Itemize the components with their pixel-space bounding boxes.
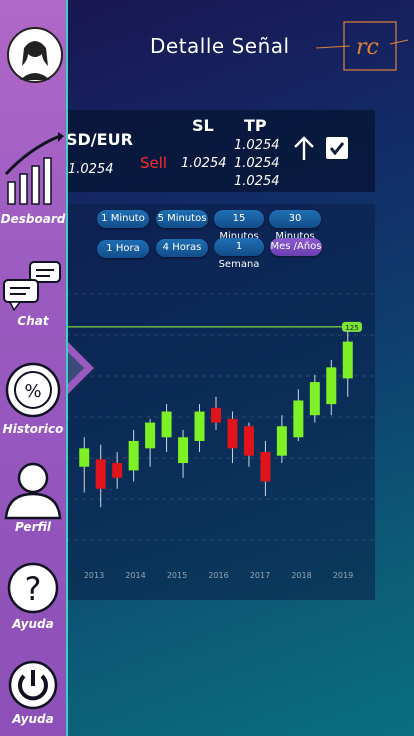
sidebar: Desboard Chat % Historico Perfil ? Ayuda… (0, 0, 68, 736)
candle-down (95, 459, 106, 489)
page-title: Detalle Señal (150, 34, 290, 58)
arrow-up-icon (294, 136, 314, 160)
candle-up (293, 400, 304, 438)
sidebar-label-perfil: Perfil (14, 520, 52, 534)
x-tick-label: 2015 (167, 571, 187, 580)
candle-up (342, 341, 353, 379)
candle-down (260, 452, 271, 482)
sl-value: 1.0254 (181, 156, 227, 171)
sidebar-item-perfil[interactable] (0, 458, 66, 524)
tp-value-3: 1.0254 (234, 174, 280, 189)
sidebar-label-ayuda: Ayuda (12, 617, 54, 631)
sidebar-item-logout[interactable] (0, 660, 66, 714)
candle-up (326, 367, 337, 405)
candle-up (194, 411, 205, 441)
check-icon (329, 142, 345, 156)
sidebar-label-historico: Historico (2, 422, 64, 436)
sl-header: SL (192, 116, 214, 135)
sidebar-item-chat[interactable] (0, 258, 66, 316)
tp-value-1: 1.0254 (234, 138, 280, 153)
svg-text:?: ? (25, 570, 42, 608)
candle-down (112, 463, 123, 478)
power-icon (8, 660, 58, 710)
candlestick-chart: 1252013 2014 2015 2016 2017 2018 2019 (66, 293, 375, 580)
candle-up (79, 448, 90, 467)
chart-growth-icon (4, 132, 64, 205)
sidebar-label-ayuda-2: Ayuda (12, 712, 54, 726)
currency-pair: SD/EUR (66, 130, 133, 149)
candle-down (243, 426, 254, 456)
signal-detail-panel: SD/EUR 1.0254 Sell SL 1.0254 TP 1.0254 1… (66, 110, 375, 192)
chat-icon (3, 261, 61, 312)
sidebar-label-chat: Chat (17, 314, 49, 328)
brand-logo: rc (316, 21, 408, 71)
candle-up (276, 426, 287, 456)
x-tick-label: 2019 (333, 571, 353, 580)
chart-panel: 1 Minuto 5 Minutos 15 Minutos 30 Minutos… (66, 204, 375, 600)
svg-text:%: % (24, 381, 41, 402)
candle-up (178, 437, 189, 464)
candle-up (145, 422, 156, 449)
x-tick-label: 2014 (125, 571, 145, 580)
tp-value-2: 1.0254 (234, 156, 280, 171)
pair-value: 1.0254 (68, 162, 114, 177)
x-tick-label: 2016 (208, 571, 228, 580)
percent-icon: % (5, 362, 61, 418)
question-icon: ? (7, 562, 59, 614)
sidebar-item-desboard[interactable] (0, 130, 66, 212)
sidebar-collapse-handle[interactable] (66, 340, 96, 396)
logo-text: rc (356, 35, 379, 60)
tp-header: TP (244, 116, 267, 135)
user-icon (4, 462, 62, 520)
candle-up (161, 411, 172, 438)
x-tick-label: 2013 (84, 571, 104, 580)
signal-checkbox[interactable] (326, 137, 348, 159)
x-tick-label: 2018 (291, 571, 311, 580)
x-tick-label: 2017 (250, 571, 270, 580)
signal-action: Sell (140, 154, 168, 172)
sidebar-item-historico[interactable]: % (0, 360, 66, 424)
sidebar-item-ayuda[interactable]: ? (0, 562, 66, 618)
candle-up (309, 382, 320, 416)
candle-down (227, 418, 238, 449)
sidebar-item-avatar[interactable] (0, 26, 66, 88)
candle-down (211, 407, 221, 423)
candle-up (128, 440, 139, 471)
avatar-icon (7, 27, 63, 83)
sidebar-label-desboard: Desboard (0, 212, 66, 226)
